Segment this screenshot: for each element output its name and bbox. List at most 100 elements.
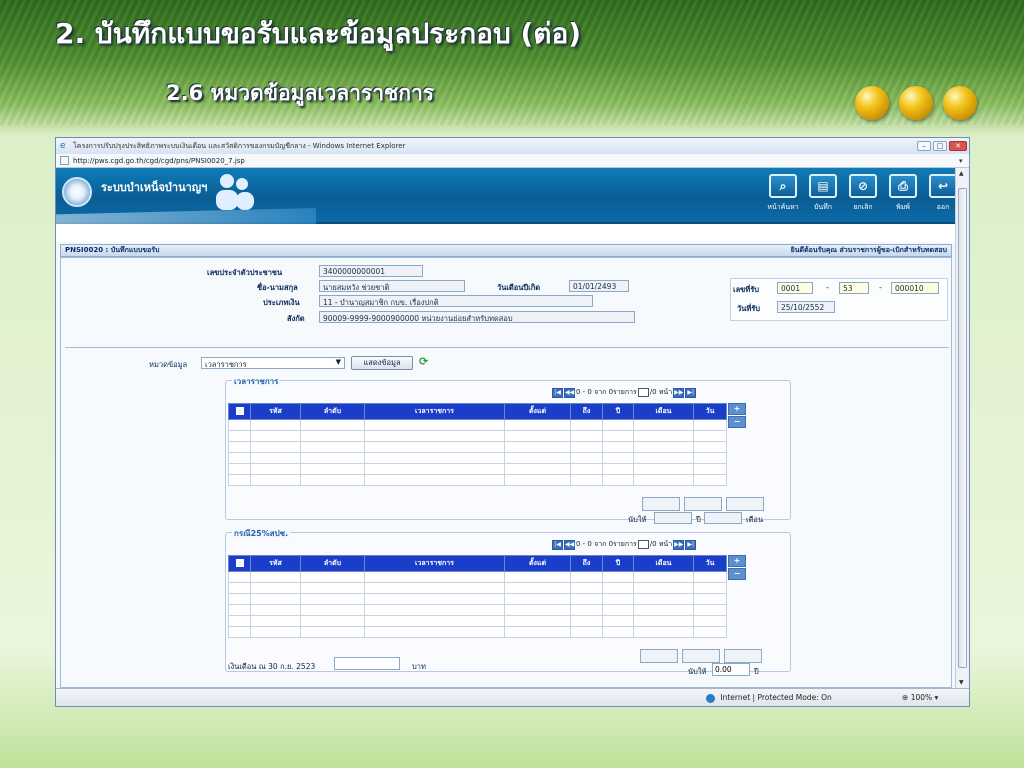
next-page-icon[interactable]: ▶▶ <box>673 539 685 550</box>
cancel-icon: ⊘ <box>849 174 877 198</box>
grid2-title: กรณี25%สปช. <box>232 527 291 540</box>
last-page-icon[interactable]: ▶| <box>685 539 697 550</box>
last-page-icon[interactable]: ▶| <box>685 387 697 398</box>
window-title: โครงการปรับปรุงประสิทธิภาพระบบเงินเดือน … <box>73 141 406 150</box>
exit-icon: ↩ <box>929 174 957 198</box>
section-divider <box>65 347 949 348</box>
chevron-down-icon: ▼ <box>335 358 341 366</box>
globe-icon <box>706 693 715 703</box>
table-row[interactable] <box>228 615 727 627</box>
table-row[interactable] <box>228 430 727 442</box>
select-all-checkbox[interactable] <box>235 558 244 567</box>
sum-field <box>682 649 720 663</box>
baht-label: บาท <box>412 662 426 671</box>
salary-label: เงินเดือน ณ 30 ก.ย. 2523 <box>228 662 316 671</box>
grid1-pager: |◀ ◀◀ 0 - 0 จาก 0รายการ /0 หน้า ▶▶ ▶| <box>552 387 697 398</box>
select-all-checkbox[interactable] <box>235 406 244 415</box>
page-icon <box>60 156 69 165</box>
salary-input[interactable] <box>334 657 400 670</box>
delete-row-icon[interactable]: − <box>728 416 746 428</box>
table-row[interactable] <box>228 582 727 594</box>
security-zone[interactable]: Internet | Protected Mode: On <box>706 693 832 703</box>
prev-page-icon[interactable]: ◀◀ <box>564 387 575 398</box>
url-text[interactable]: http://pws.cgd.go.th/cgd/cgd/pns/PNSI002… <box>73 157 959 165</box>
panel-body: เลขประจำตัวประชาชน 3400000000001 ชื่อ-นา… <box>60 257 952 688</box>
zoom-control[interactable]: ⊕ 100% ▾ <box>902 693 938 702</box>
sum-field <box>724 649 762 663</box>
vertical-scrollbar[interactable]: ▲ ▼ <box>955 168 969 688</box>
sum-field <box>642 497 680 511</box>
slide-title: 2. บันทึกแบบขอรับและข้อมูลประกอบ (ต่อ) <box>55 17 582 50</box>
page-number-input[interactable] <box>637 540 649 549</box>
print-button[interactable]: ⎙ พิมพ์ <box>885 174 921 213</box>
category-select[interactable]: เวลาราชการ ▼ <box>201 357 345 369</box>
table-row[interactable] <box>228 474 727 486</box>
ie-logo-icon: e <box>60 141 66 151</box>
service-time-groupbox: เวลาราชการ |◀ ◀◀ 0 - 0 จาก 0รายการ /0 หน… <box>225 375 791 524</box>
first-page-icon[interactable]: |◀ <box>552 387 563 398</box>
show-data-button[interactable]: แสดงข้อมูล <box>351 356 413 370</box>
app-name: ระบบบำเหน็จบำนาญฯ <box>101 181 208 194</box>
case25-table: รหัส ลำดับ เวลาราชการ ตั้งแต่ ถึง ปี เดื… <box>228 555 727 638</box>
add-row-icon[interactable]: + <box>728 555 746 567</box>
form-content: PNSI0020 : บันทึกแบบขอรับ ยินดีต้อนรับคุ… <box>56 242 956 688</box>
search-page-button[interactable]: ⌕ หน้าค้นหา <box>765 174 801 213</box>
people-illustration-icon <box>206 172 266 212</box>
next-page-icon[interactable]: ▶▶ <box>673 387 685 398</box>
address-bar[interactable]: http://pws.cgd.go.th/cgd/cgd/pns/PNSI002… <box>56 154 969 168</box>
receive-no-part3-field[interactable]: 000010 <box>891 282 939 294</box>
close-button[interactable]: ✕ <box>949 141 967 151</box>
table-row[interactable] <box>228 441 727 453</box>
name-field: นายสมหวัง ช่วยชาติ <box>319 280 465 292</box>
add-row-icon[interactable]: + <box>728 403 746 415</box>
birth-field: 01/01/2493 <box>569 280 629 292</box>
receive-no-part2-field[interactable]: 53 <box>839 282 869 294</box>
decorative-ball-icon <box>855 86 889 120</box>
receive-date-field: 25/10/2552 <box>777 301 835 313</box>
table-row[interactable] <box>228 463 727 475</box>
scroll-down-icon[interactable]: ▼ <box>959 679 964 686</box>
sum-field <box>684 497 722 511</box>
print-icon: ⎙ <box>889 174 917 198</box>
decorative-ball-icon <box>899 86 933 120</box>
first-page-icon[interactable]: |◀ <box>552 539 563 550</box>
address-dropdown-icon[interactable]: ▾ <box>959 157 969 165</box>
page-number-input[interactable] <box>637 388 649 397</box>
table-row[interactable] <box>228 604 727 616</box>
browser-window: e โครงการปรับปรุงประสิทธิภาพระบบเงินเดือ… <box>55 137 970 707</box>
delete-row-icon[interactable]: − <box>728 568 746 580</box>
save-button[interactable]: ▤ บันทึก <box>805 174 841 213</box>
citizen-id-label: เลขประจำตัวประชาชน <box>207 268 283 277</box>
cancel-button[interactable]: ⊘ ยกเลิก <box>845 174 881 213</box>
prev-page-icon[interactable]: ◀◀ <box>564 539 575 550</box>
name-label: ชื่อ-นามสกุล <box>257 283 298 292</box>
maximize-button[interactable]: □ <box>933 141 947 151</box>
table-row[interactable] <box>228 419 727 431</box>
money-type-field: 11 - บำนาญสมาชิก กบข. เรื่องปกติ <box>319 295 593 307</box>
receive-date-label: วันที่รับ <box>737 304 761 313</box>
money-type-label: ประเภทเงิน <box>263 298 300 307</box>
form-code-title: PNSI0020 : บันทึกแบบขอรับ <box>65 246 160 254</box>
minimize-button[interactable]: – <box>917 141 931 151</box>
table-header-row: รหัส ลำดับ เวลาราชการ ตั้งแต่ ถึง ปี เดื… <box>228 555 727 572</box>
service-time-table: รหัส ลำดับ เวลาราชการ ตั้งแต่ ถึง ปี เดื… <box>228 403 727 486</box>
table-row[interactable] <box>228 593 727 605</box>
table-row[interactable] <box>228 571 727 583</box>
category-label: หมวดข้อมูล <box>149 360 188 369</box>
count-year-field <box>654 512 692 524</box>
scroll-up-icon[interactable]: ▲ <box>959 170 964 177</box>
refresh-icon[interactable]: ⟳ <box>419 355 428 368</box>
affiliation-field: 90009-9999-9000900000 หน่วยงานย่อยสำหรับ… <box>319 311 635 323</box>
affiliation-label: สังกัด <box>287 314 305 323</box>
save-icon: ▤ <box>809 174 837 198</box>
window-titlebar: e โครงการปรับปรุงประสิทธิภาพระบบเงินเดือ… <box>56 138 969 154</box>
count-years-field[interactable]: 0.00 <box>712 663 750 676</box>
chevron-down-icon: ▾ <box>934 693 939 702</box>
citizen-id-field: 3400000000001 <box>319 265 423 277</box>
receive-no-part1-field[interactable]: 0001 <box>777 282 813 294</box>
table-row[interactable] <box>228 452 727 464</box>
grid1-title: เวลาราชการ <box>232 375 281 388</box>
sum-field <box>726 497 764 511</box>
table-row[interactable] <box>228 626 727 638</box>
scroll-thumb[interactable] <box>958 188 967 668</box>
